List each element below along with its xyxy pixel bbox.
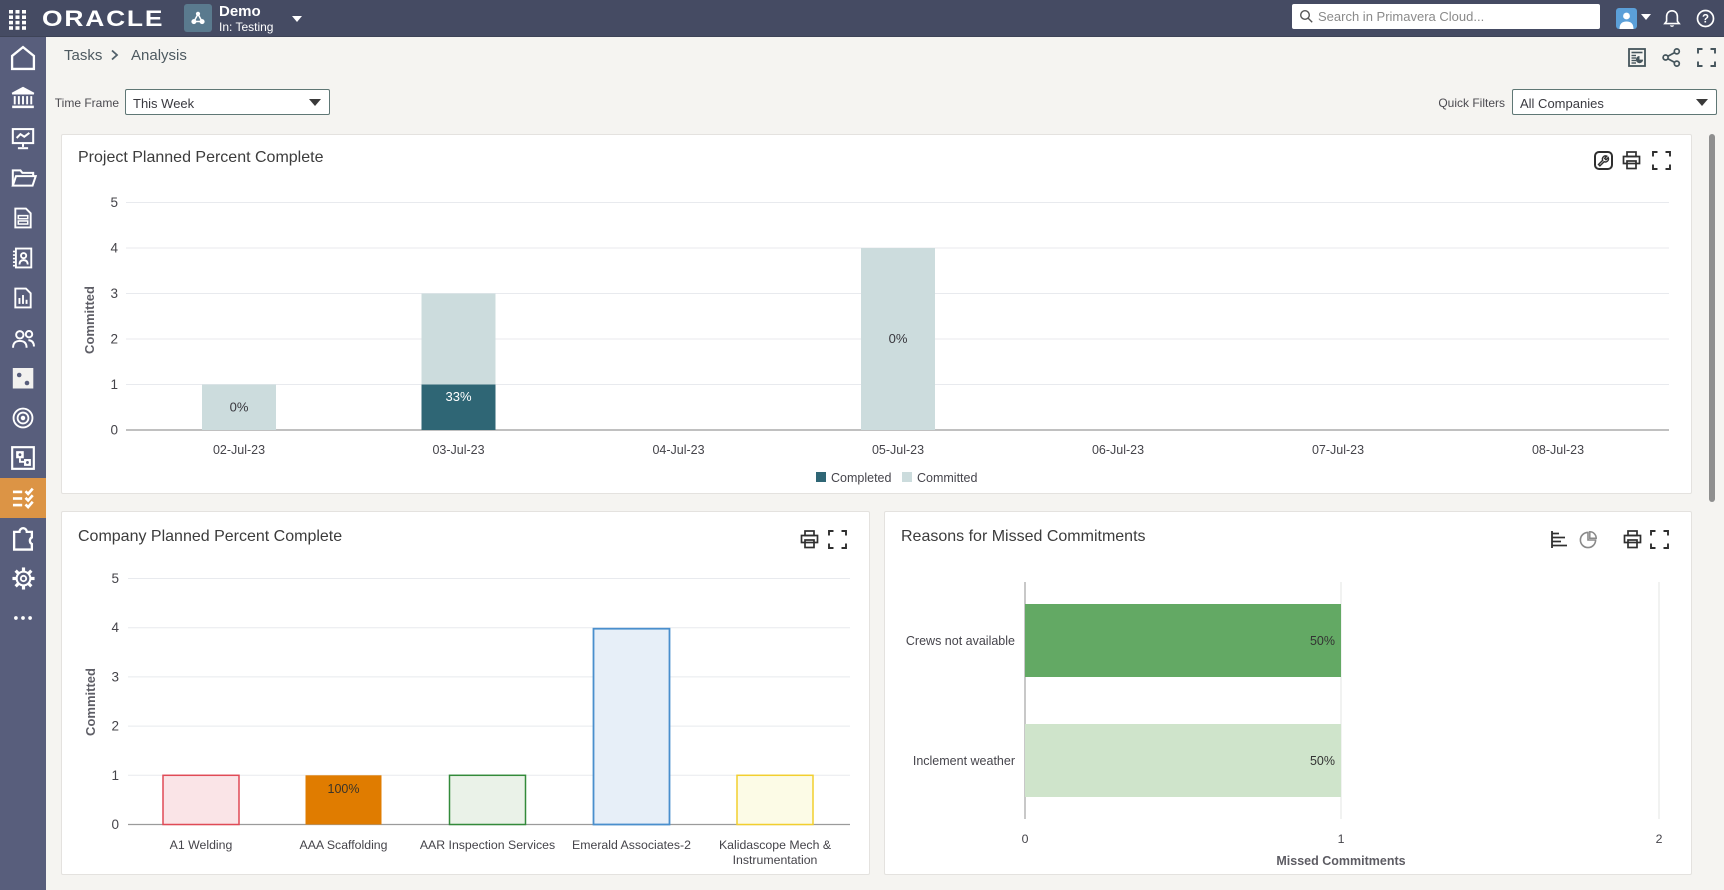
svg-text:AAA Scaffolding: AAA Scaffolding xyxy=(300,838,388,852)
svg-text:50%: 50% xyxy=(1310,634,1335,648)
svg-text:AAR Inspection Services: AAR Inspection Services xyxy=(420,838,555,852)
svg-text:5: 5 xyxy=(110,195,118,210)
svg-text:0: 0 xyxy=(1022,832,1029,846)
svg-text:50%: 50% xyxy=(1310,754,1335,768)
svg-text:Completed: Completed xyxy=(831,471,891,485)
svg-text:?: ? xyxy=(1702,14,1709,26)
svg-text:33%: 33% xyxy=(445,389,471,404)
svg-text:5: 5 xyxy=(111,571,119,586)
svg-text:03-Jul-23: 03-Jul-23 xyxy=(432,443,484,457)
svg-text:0: 0 xyxy=(110,423,118,438)
svg-text:4: 4 xyxy=(110,241,118,256)
svg-text:2: 2 xyxy=(1656,832,1663,846)
svg-text:Emerald Associates-2: Emerald Associates-2 xyxy=(572,838,691,852)
svg-text:Inclement weather: Inclement weather xyxy=(913,754,1015,768)
svg-text:Crews not available: Crews not available xyxy=(906,634,1015,648)
svg-text:Missed Commitments: Missed Commitments xyxy=(1276,854,1405,868)
svg-text:2: 2 xyxy=(110,332,118,347)
svg-text:0: 0 xyxy=(111,817,119,832)
svg-text:2: 2 xyxy=(111,719,119,734)
svg-text:0%: 0% xyxy=(889,331,908,346)
svg-text:1: 1 xyxy=(111,768,119,783)
svg-text:07-Jul-23: 07-Jul-23 xyxy=(1312,443,1364,457)
svg-text:08-Jul-23: 08-Jul-23 xyxy=(1532,443,1584,457)
svg-text:100%: 100% xyxy=(328,782,360,796)
svg-text:4: 4 xyxy=(111,620,119,635)
svg-text:0%: 0% xyxy=(230,400,249,415)
svg-text:Kalidascope Mech &: Kalidascope Mech & xyxy=(719,838,832,852)
svg-text:Instrumentation: Instrumentation xyxy=(733,853,818,867)
svg-text:1: 1 xyxy=(110,377,118,392)
svg-text:3: 3 xyxy=(111,669,119,684)
svg-text:05-Jul-23: 05-Jul-23 xyxy=(872,443,924,457)
svg-text:04-Jul-23: 04-Jul-23 xyxy=(652,443,704,457)
svg-text:1: 1 xyxy=(1338,832,1345,846)
svg-text:02-Jul-23: 02-Jul-23 xyxy=(213,443,265,457)
svg-text:3: 3 xyxy=(110,286,118,301)
svg-text:06-Jul-23: 06-Jul-23 xyxy=(1092,443,1144,457)
svg-text:A1 Welding: A1 Welding xyxy=(170,838,233,852)
svg-text:Committed: Committed xyxy=(82,286,97,354)
svg-text:Committed: Committed xyxy=(917,471,977,485)
svg-text:Committed: Committed xyxy=(83,668,98,736)
